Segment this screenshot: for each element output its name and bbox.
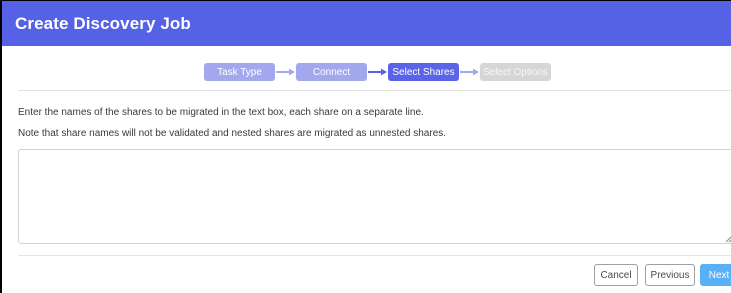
cancel-button[interactable]: Cancel (594, 264, 638, 286)
instruction-text: Enter the names of the shares to be migr… (18, 107, 424, 118)
wizard-steps: Task Type Connect Select Shares Select O… (2, 63, 731, 83)
create-discovery-job-dialog: Create Discovery Job Task Type Connect S… (0, 0, 731, 293)
step-label: Select Options (482, 66, 549, 78)
step-label: Select Shares (392, 66, 455, 78)
step-task-type[interactable]: Task Type (204, 63, 275, 81)
step-label: Task Type (217, 66, 262, 78)
dialog-header: Create Discovery Job (2, 1, 731, 46)
resize-grip-icon[interactable] (724, 235, 731, 243)
dialog-title: Create Discovery Job (15, 13, 191, 33)
wizard-divider (18, 90, 731, 91)
arrow-right-icon (460, 68, 479, 76)
arrow-right-icon (368, 68, 387, 76)
shares-textarea[interactable] (18, 149, 731, 244)
step-label: Connect (312, 66, 351, 78)
next-button[interactable]: Next (700, 264, 731, 286)
footer-divider (18, 255, 731, 256)
arrow-right-icon (276, 68, 295, 76)
step-select-options: Select Options (480, 63, 551, 81)
step-select-shares[interactable]: Select Shares (388, 63, 459, 81)
step-connect[interactable]: Connect (296, 63, 367, 81)
note-text: Note that share names will not be valida… (18, 128, 447, 139)
previous-button[interactable]: Previous (645, 264, 695, 286)
